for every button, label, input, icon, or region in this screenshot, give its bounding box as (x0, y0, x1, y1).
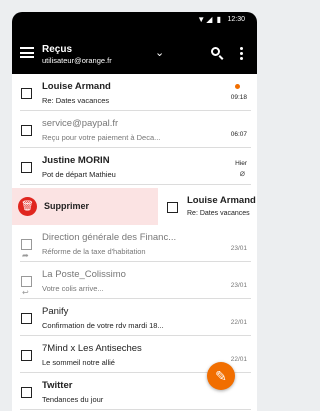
message-row[interactable]: ➦ Direction générale des Financ... Réfor… (12, 225, 257, 262)
delete-action[interactable]: 🗑 Supprimer (12, 188, 158, 225)
select-checkbox[interactable] (21, 88, 32, 99)
message-date: Hier (235, 160, 247, 167)
delete-label: Supprimer (44, 201, 90, 211)
message-sender: Twitter (42, 380, 73, 391)
message-subject: Votre colis arrive... (42, 284, 104, 293)
message-subject: Re: Dates vacances (42, 96, 110, 105)
message-sender: Direction générale des Financ... (42, 232, 177, 243)
paperclip-icon: ⌀ (239, 168, 245, 178)
folder-title[interactable]: Reçus (42, 44, 72, 55)
select-checkbox[interactable] (21, 313, 32, 324)
chevron-down-icon[interactable]: ⌄ (155, 48, 164, 59)
select-checkbox[interactable] (21, 125, 32, 136)
message-date: 06:07 (230, 131, 247, 138)
status-bar: ▼◢ ▮ 12:30 (12, 12, 257, 30)
trash-icon[interactable]: 🗑 (18, 197, 37, 216)
phone-frame: ▼◢ ▮ 12:30 Reçus utilisateur@orange.fr ⌄… (12, 12, 257, 411)
message-row[interactable]: Louise Armand Re: Dates vacances 09:18 (12, 74, 257, 111)
message-date: 23/01 (230, 245, 247, 252)
select-checkbox[interactable] (21, 350, 32, 361)
message-subject: Le sommeil notre allié (42, 358, 115, 367)
message-row[interactable]: Panify Confirmation de votre rdv mardi 1… (12, 299, 257, 336)
forward-icon: ➦ (22, 251, 29, 260)
message-date: 23/01 (230, 282, 247, 289)
toolbar: Reçus utilisateur@orange.fr ⌄ (12, 30, 257, 74)
message-row[interactable]: Louise Armand Re: Dates vacances (158, 188, 257, 225)
message-row[interactable]: service@paypal.fr Reçu pour votre paieme… (12, 111, 257, 148)
select-checkbox[interactable] (21, 162, 32, 173)
swiped-message[interactable]: 🗑 Supprimer Louise Armand Re: Dates vaca… (12, 188, 257, 225)
message-sender: Panify (42, 306, 69, 317)
more-vertical-icon[interactable] (240, 47, 243, 62)
account-email: utilisateur@orange.fr (42, 56, 112, 65)
select-checkbox[interactable] (167, 202, 178, 213)
message-row[interactable]: ↩ La Poste_Colissimo Votre colis arrive.… (12, 262, 257, 299)
message-sender: service@paypal.fr (42, 118, 119, 129)
menu-icon[interactable] (20, 47, 34, 58)
message-subject: Tendances du jour (42, 395, 104, 404)
select-checkbox[interactable] (21, 239, 32, 250)
message-sender: Louise Armand (42, 81, 111, 92)
message-sender: 7Mind x Les Antiseches (42, 343, 142, 354)
message-subject: Pot de départ Mathieu (42, 170, 116, 179)
message-subject: Confirmation de votre rdv mardi 18... (42, 321, 164, 330)
unread-dot (235, 84, 240, 89)
message-sender: Justine MORIN (42, 155, 110, 166)
message-subject: Reçu pour votre paiement à Deca... (42, 133, 161, 142)
select-checkbox[interactable] (21, 387, 32, 398)
message-subject: Re: Dates vacances (187, 210, 250, 217)
message-date: 09:18 (230, 94, 247, 101)
reply-icon: ↩ (22, 288, 29, 297)
select-checkbox[interactable] (21, 276, 32, 287)
message-subject: Réforme de la taxe d'habitation (42, 247, 146, 256)
message-date: 22/01 (230, 356, 247, 363)
status-time: 12:30 (227, 16, 245, 23)
message-sender: Louise Armand (187, 195, 256, 206)
compose-button[interactable]: ✎ (207, 362, 235, 390)
signal-battery-icon: ▼◢ ▮ (197, 15, 222, 24)
pencil-icon: ✎ (215, 368, 227, 384)
message-sender: La Poste_Colissimo (42, 269, 126, 280)
search-icon[interactable] (211, 47, 220, 56)
message-row[interactable]: Justine MORIN Pot de départ Mathieu Hier… (12, 148, 257, 185)
message-date: 22/01 (230, 319, 247, 326)
